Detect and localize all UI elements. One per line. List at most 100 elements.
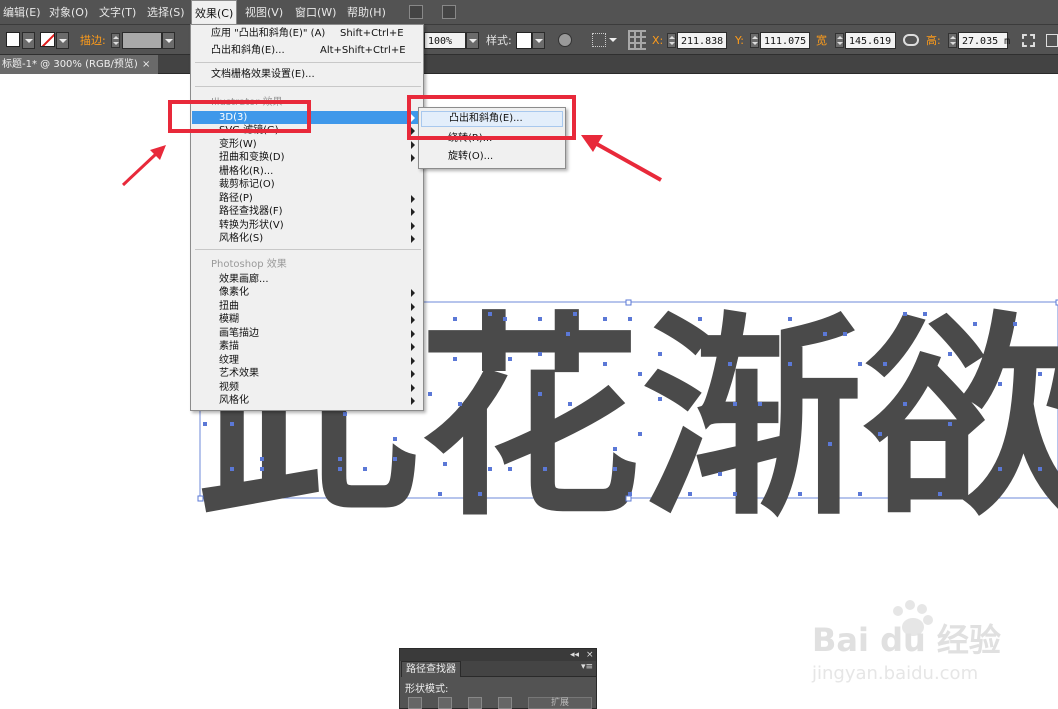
menu-edit[interactable]: 编辑(E): [0, 0, 44, 25]
submenu-arrow-icon: [411, 397, 415, 405]
submenu-rotate[interactable]: 旋转(O)...: [421, 149, 563, 165]
close-icon[interactable]: ×: [586, 649, 594, 661]
menu-item-pixelate[interactable]: 像素化: [192, 286, 422, 299]
menu-bar: 编辑(E) 对象(O) 文字(T) 选择(S) 效果(C) 视图(V) 窗口(W…: [0, 0, 1058, 25]
panel-menu-icon[interactable]: ▾≡: [581, 662, 593, 672]
stroke-none-icon[interactable]: [40, 32, 55, 47]
menu-item-convert-to-shape[interactable]: 转换为形状(V): [192, 219, 422, 232]
close-icon[interactable]: ×: [142, 55, 150, 74]
opacity-input[interactable]: 100%: [424, 32, 466, 49]
anchor-point: [948, 352, 952, 356]
menu-item-pathfinder[interactable]: 路径查找器(F): [192, 205, 422, 218]
width-label: 宽: [816, 34, 827, 47]
anchor-point: [338, 467, 342, 471]
collapse-icon[interactable]: ◂◂: [570, 649, 579, 661]
anchor-point: [858, 492, 862, 496]
style-swatch[interactable]: [516, 32, 532, 49]
anchor-point: [538, 352, 542, 356]
expand-button[interactable]: 扩展: [528, 697, 592, 709]
anchor-point: [260, 457, 264, 461]
height-stepper[interactable]: [948, 32, 957, 49]
width-stepper[interactable]: [835, 32, 844, 49]
y-input[interactable]: 111.075: [760, 32, 810, 49]
anchor-point: [603, 317, 607, 321]
stroke-weight-input[interactable]: [122, 32, 162, 49]
menu-item-distort-transform[interactable]: 扭曲和变换(D): [192, 151, 422, 164]
minus-front-icon[interactable]: [438, 697, 452, 709]
anchor-point: [638, 432, 642, 436]
exclude-icon[interactable]: [498, 697, 512, 709]
menu-last-effect[interactable]: 凸出和斜角(E)... Alt+Shift+Ctrl+E: [192, 44, 422, 57]
menu-apply-last-effect[interactable]: 应用 "凸出和斜角(E)" (A) Shift+Ctrl+E: [192, 27, 422, 40]
menu-separator: [195, 249, 421, 250]
menu-select[interactable]: 选择(S): [144, 0, 188, 25]
anchor-point: [613, 447, 617, 451]
anchor-point: [628, 317, 632, 321]
shape-modes-label: 形状模式:: [405, 684, 449, 695]
anchor-point: [628, 492, 632, 496]
anchor-point: [363, 467, 367, 471]
unite-icon[interactable]: [408, 697, 422, 709]
opacity-dropdown-icon[interactable]: [466, 32, 479, 49]
anchor-point: [828, 442, 832, 446]
anchor-point: [843, 332, 847, 336]
y-label: Y:: [735, 34, 744, 47]
stroke-weight-stepper[interactable]: [111, 32, 120, 49]
menu-view[interactable]: 视图(V): [242, 0, 286, 25]
menu-object[interactable]: 对象(O): [46, 0, 91, 25]
anchor-point: [883, 362, 887, 366]
bounding-box-handle: [625, 299, 632, 306]
tab-pathfinder[interactable]: 路径查找器: [401, 661, 461, 677]
anchor-point: [878, 432, 882, 436]
fill-swatch[interactable]: [6, 32, 20, 47]
menu-effect[interactable]: 效果(C): [191, 0, 238, 25]
menu-type[interactable]: 文字(T): [96, 0, 139, 25]
menu-item-video[interactable]: 视频: [192, 381, 422, 394]
y-stepper[interactable]: [750, 32, 759, 49]
document-tab[interactable]: 标题-1* @ 300% (RGB/预览): [0, 55, 158, 74]
menu-item-brush-strokes[interactable]: 画笔描边: [192, 327, 422, 340]
anchor-point: [458, 402, 462, 406]
anchor-point: [718, 472, 722, 476]
menu-document-raster-settings[interactable]: 文档栅格效果设置(E)...: [192, 68, 422, 81]
menu-item-warp[interactable]: 变形(W): [192, 138, 422, 151]
stroke-weight-dropdown-icon[interactable]: [162, 32, 175, 49]
menu-item-blur[interactable]: 模糊: [192, 313, 422, 326]
intersect-icon[interactable]: [468, 697, 482, 709]
anchor-point: [733, 492, 737, 496]
x-stepper[interactable]: [667, 32, 676, 49]
menu-item-rasterize[interactable]: 栅格化(R)...: [192, 165, 422, 178]
bridge-icon[interactable]: [409, 5, 423, 19]
menu-item-artistic[interactable]: 艺术效果: [192, 367, 422, 380]
panel-header[interactable]: [400, 649, 596, 661]
x-input[interactable]: 211.838: [677, 32, 727, 49]
menu-window[interactable]: 窗口(W): [292, 0, 339, 25]
isolate-icon[interactable]: [1046, 34, 1058, 47]
menu-item-stylize[interactable]: 风格化(S): [192, 232, 422, 245]
menu-item-crop-marks[interactable]: 裁剪标记(O): [192, 178, 422, 191]
anchor-point: [573, 312, 577, 316]
menu-item-sketch[interactable]: 素描: [192, 340, 422, 353]
menu-help[interactable]: 帮助(H): [344, 0, 389, 25]
recolor-artwork-icon[interactable]: [558, 33, 572, 47]
submenu-arrow-icon: [411, 235, 415, 243]
anchor-point: [823, 332, 827, 336]
reference-point-icon[interactable]: [628, 30, 646, 50]
menu-item-effect-gallery[interactable]: 效果画廊...: [192, 273, 422, 286]
anchor-point: [543, 467, 547, 471]
transform-icon[interactable]: [1022, 34, 1035, 47]
fill-dropdown-icon[interactable]: [22, 32, 35, 49]
link-proportions-icon[interactable]: [903, 34, 919, 46]
arrange-documents-icon[interactable]: [442, 5, 456, 19]
menu-item-texture[interactable]: 纹理: [192, 354, 422, 367]
menu-item-ps-stylize[interactable]: 风格化: [192, 394, 422, 407]
menu-item-ps-distort[interactable]: 扭曲: [192, 300, 422, 313]
anchor-point: [923, 312, 927, 316]
height-input[interactable]: 27.035 m: [958, 32, 1010, 49]
align-dropdown-icon[interactable]: [607, 32, 620, 49]
style-dropdown-icon[interactable]: [532, 32, 545, 49]
stroke-dropdown-icon[interactable]: [56, 32, 69, 49]
width-input[interactable]: 145.619: [845, 32, 896, 49]
align-icon[interactable]: [592, 33, 606, 47]
menu-item-path[interactable]: 路径(P): [192, 192, 422, 205]
